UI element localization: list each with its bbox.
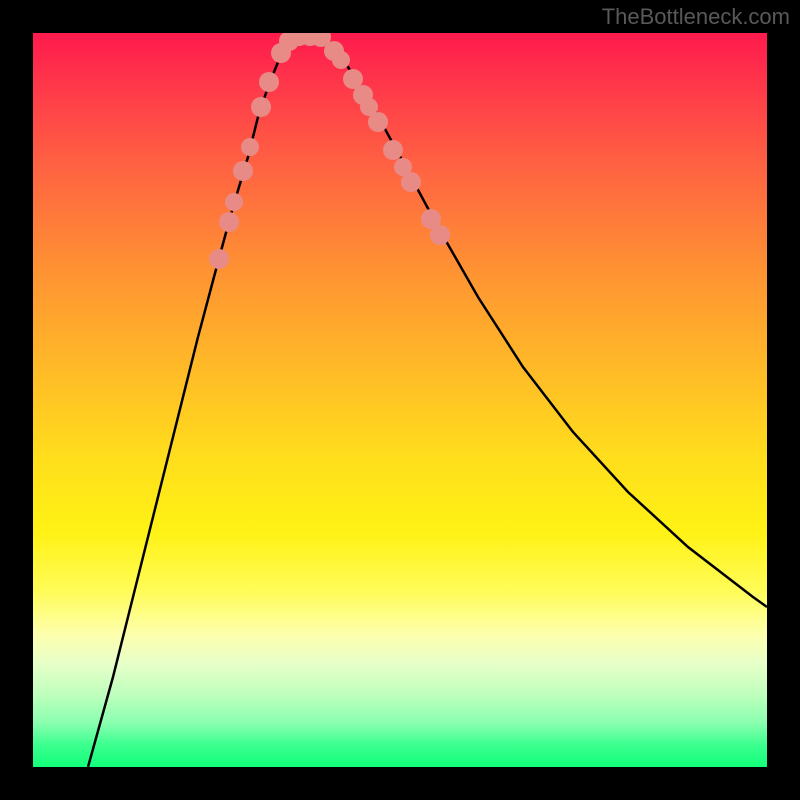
- marker-dot: [401, 172, 421, 192]
- watermark-text: TheBottleneck.com: [602, 4, 790, 30]
- marker-dot: [430, 225, 450, 245]
- marker-dot: [241, 138, 259, 156]
- marker-dot: [259, 72, 279, 92]
- chart-svg: [33, 33, 767, 767]
- marker-dot: [332, 51, 350, 69]
- marker-dot: [219, 212, 239, 232]
- marker-dot: [251, 97, 271, 117]
- marker-dot: [368, 112, 388, 132]
- chart-plot-area: [33, 33, 767, 767]
- marker-dot: [225, 193, 243, 211]
- marker-group: [209, 33, 450, 269]
- bottleneck-curve: [88, 35, 767, 767]
- marker-dot: [209, 249, 229, 269]
- marker-dot: [233, 161, 253, 181]
- marker-dot: [383, 140, 403, 160]
